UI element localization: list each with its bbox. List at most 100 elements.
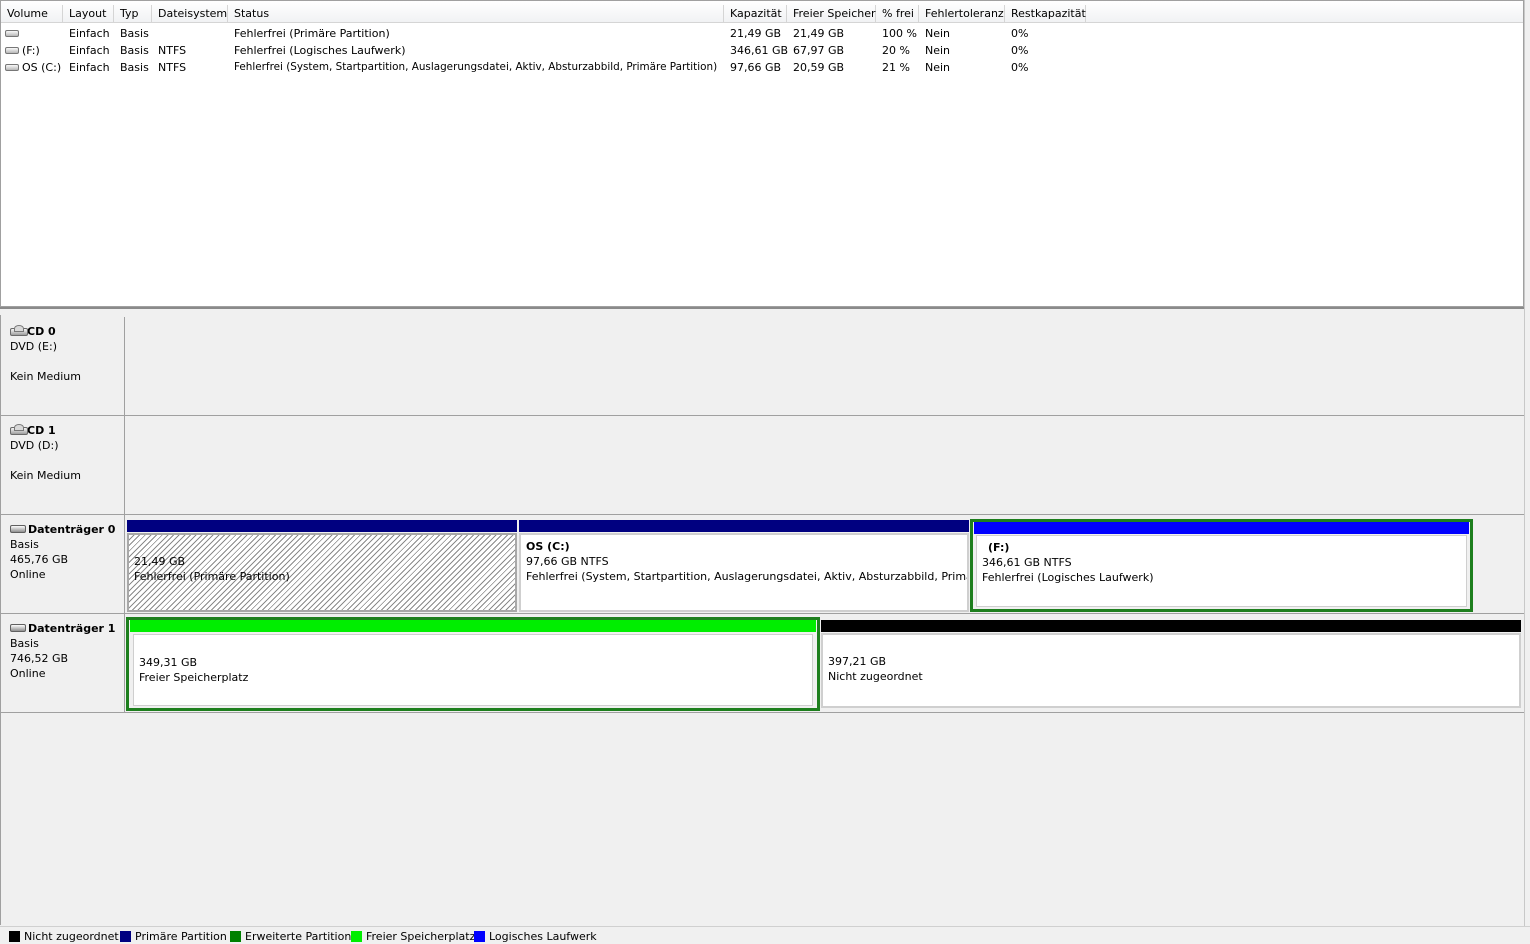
volume-typ: Basis — [120, 61, 149, 74]
volume-prozent: 21 % — [882, 61, 910, 74]
disk-body: 349,31 GB Freier Speicherplatz 397,21 GB… — [125, 614, 1525, 713]
partition-color-bar — [519, 520, 969, 532]
hard-disk-icon — [10, 623, 26, 632]
disk-body-empty — [125, 416, 1525, 515]
volume-name: OS (C:) — [22, 61, 62, 74]
volume-drive-icon — [5, 29, 19, 37]
volume-layout: Einfach — [69, 27, 110, 40]
partition-color-bar — [127, 520, 517, 532]
disk-row-cd0[interactable]: CD 0 DVD (E:) Kein Medium — [1, 317, 1525, 416]
volume-name: (F:) — [22, 44, 40, 57]
partition-size: 397,21 GB — [828, 655, 887, 668]
partition-primary-unlabeled[interactable]: 21,49 GB Fehlerfrei (Primäre Partition) — [127, 520, 517, 612]
volume-status: Fehlerfrei (Primäre Partition) — [234, 27, 390, 40]
legend: Nicht zugeordnet Primäre Partition Erwei… — [0, 926, 1530, 944]
legend-item: Freier Speicherplatz — [351, 930, 475, 944]
column-restkapazitaet[interactable]: Restkapazität — [1005, 5, 1086, 23]
disk-row-cd1[interactable]: CD 1 DVD (D:) Kein Medium — [1, 416, 1525, 515]
column-typ[interactable]: Typ — [114, 5, 152, 23]
partition-size: 97,66 GB NTFS — [526, 555, 609, 568]
volume-fehlertoleranz: Nein — [925, 61, 951, 74]
volume-fehlertoleranz: Nein — [925, 44, 951, 57]
disk-info-line: 465,76 GB — [10, 553, 69, 566]
volume-layout: Einfach — [69, 61, 110, 74]
partition-color-bar — [821, 620, 1521, 632]
volume-rest: 0% — [1011, 27, 1029, 40]
volume-list[interactable]: Volume Layout Typ Dateisystem Status Kap… — [0, 0, 1524, 307]
partition-status: Fehlerfrei (Primäre Partition) — [134, 570, 290, 583]
disk-row-datentraeger1[interactable]: Datenträger 1 Basis 746,52 GB Online 349… — [1, 614, 1525, 713]
volume-drive-icon — [5, 63, 19, 71]
partition-free-space[interactable]: 349,31 GB Freier Speicherplatz — [126, 617, 820, 711]
volume-status: Fehlerfrei (System, Startpartition, Ausl… — [234, 61, 718, 73]
column-prozent-frei[interactable]: % frei — [876, 5, 919, 23]
volume-status: Fehlerfrei (Logisches Laufwerk) — [234, 44, 406, 57]
legend-swatch — [474, 930, 485, 942]
column-status[interactable]: Status — [228, 5, 724, 23]
disk-info-line — [10, 354, 124, 369]
column-volume[interactable]: Volume — [1, 5, 63, 23]
disk-info-line — [10, 453, 124, 468]
volume-drive-icon — [5, 46, 19, 54]
partition-status: Fehlerfrei (System, Startpartition, Ausl… — [526, 570, 969, 583]
volume-prozent: 100 % — [882, 27, 917, 40]
volume-row[interactable]: Einfach Basis Fehlerfrei (Primäre Partit… — [1, 25, 1523, 42]
volume-typ: Basis — [120, 27, 149, 40]
disk-info-line: 746,52 GB — [10, 652, 69, 665]
partition-unallocated[interactable]: 397,21 GB Nicht zugeordnet — [821, 620, 1521, 708]
partition-os-c[interactable]: OS (C:) 97,66 GB NTFS Fehlerfrei (System… — [519, 520, 969, 612]
volume-frei: 21,49 GB — [793, 27, 845, 40]
disk-label-datentraeger0[interactable]: Datenträger 0 Basis 465,76 GB Online — [1, 515, 125, 614]
legend-item: Logisches Laufwerk — [474, 930, 597, 944]
disk-name: CD 1 — [27, 424, 56, 437]
column-layout[interactable]: Layout — [63, 5, 114, 23]
volume-kapazitaet: 21,49 GB — [730, 27, 782, 40]
hard-disk-icon — [10, 524, 26, 533]
legend-label: Primäre Partition — [135, 930, 227, 943]
volume-fehlertoleranz: Nein — [925, 27, 951, 40]
volume-typ: Basis — [120, 44, 149, 57]
legend-item: Nicht zugeordnet — [9, 930, 119, 944]
disk-info-line: DVD (E:) — [10, 340, 58, 353]
column-dateisystem[interactable]: Dateisystem — [152, 5, 228, 23]
disk-label-datentraeger1[interactable]: Datenträger 1 Basis 746,52 GB Online — [1, 614, 125, 713]
volume-dateisystem: NTFS — [158, 61, 187, 74]
disk-body-empty — [125, 317, 1525, 416]
volume-layout: Einfach — [69, 44, 110, 57]
extended-partition-frame[interactable]: (F:) 346,61 GB NTFS Fehlerfrei (Logische… — [970, 519, 1473, 612]
column-fehlertoleranz[interactable]: Fehlertoleranz — [919, 5, 1005, 23]
disk-info-line: Kein Medium — [10, 469, 81, 482]
disk-map: CD 0 DVD (E:) Kein Medium CD 1 DVD (D:) … — [0, 315, 1525, 925]
legend-label: Nicht zugeordnet — [24, 930, 119, 943]
pane-splitter[interactable] — [0, 307, 1524, 315]
legend-item: Erweiterte Partition — [230, 930, 351, 944]
partition-title: OS (C:) — [526, 540, 570, 553]
disk-row-datentraeger0[interactable]: Datenträger 0 Basis 465,76 GB Online 21,… — [1, 515, 1525, 614]
partition-status: Nicht zugeordnet — [828, 670, 923, 683]
partition-status: Fehlerfrei (Logisches Laufwerk) — [982, 571, 1154, 584]
legend-label: Logisches Laufwerk — [489, 930, 597, 943]
legend-swatch — [9, 930, 20, 942]
partition-color-bar — [130, 620, 816, 632]
disk-info-line: Kein Medium — [10, 370, 81, 383]
partition-status: Freier Speicherplatz — [139, 671, 249, 684]
partition-color-bar — [974, 522, 1469, 534]
volume-row[interactable]: (F:) Einfach Basis NTFS Fehlerfrei (Logi… — [1, 42, 1523, 59]
disk-label-cd1[interactable]: CD 1 DVD (D:) Kein Medium — [1, 416, 125, 515]
legend-swatch — [351, 930, 362, 942]
volume-row[interactable]: OS (C:) Einfach Basis NTFS Fehlerfrei (S… — [1, 59, 1523, 76]
volume-rest: 0% — [1011, 61, 1029, 74]
partition-title: (F:) — [988, 541, 1010, 554]
disk-name: Datenträger 0 — [28, 523, 116, 536]
disk-name: CD 0 — [27, 325, 56, 338]
column-kapazitaet[interactable]: Kapazität — [724, 5, 787, 23]
cd-drive-icon — [10, 424, 28, 435]
disk-info-line: Basis — [10, 538, 39, 551]
volume-kapazitaet: 97,66 GB — [730, 61, 782, 74]
disk-info-line: DVD (D:) — [10, 439, 59, 452]
column-freier-speicher[interactable]: Freier Speicher — [787, 5, 876, 23]
partition-f[interactable]: (F:) 346,61 GB NTFS Fehlerfrei (Logische… — [976, 535, 1467, 607]
disk-name: Datenträger 1 — [28, 622, 116, 635]
disk-label-cd0[interactable]: CD 0 DVD (E:) Kein Medium — [1, 317, 125, 416]
right-edge-scrollbar[interactable] — [1524, 0, 1530, 926]
